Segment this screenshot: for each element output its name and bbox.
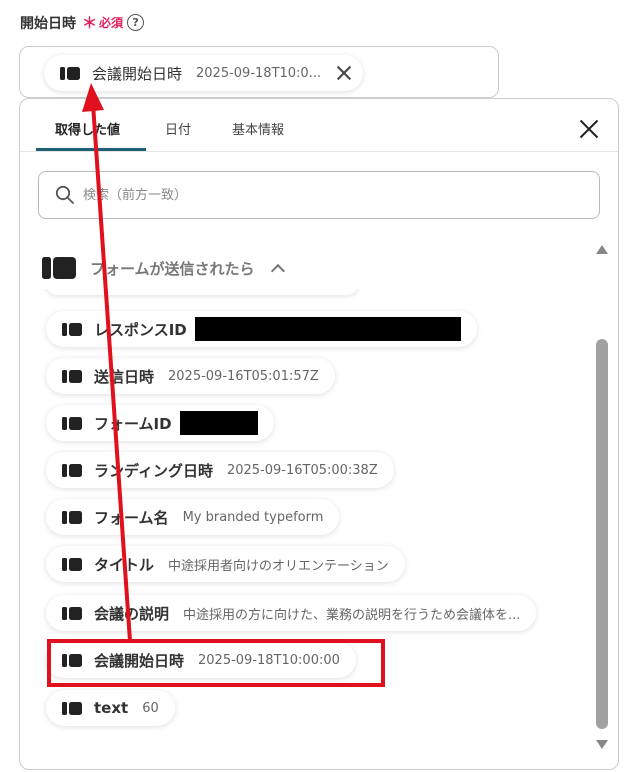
output-icon <box>62 653 82 667</box>
list-item[interactable]: ランディング日時 2025-09-16T05:00:38Z <box>46 452 394 488</box>
search-input[interactable] <box>83 187 563 203</box>
item-name: 会議の説明 <box>94 604 170 623</box>
list-item[interactable] <box>46 289 358 295</box>
required-text: 必須 <box>99 16 124 30</box>
redacted-value <box>179 411 258 435</box>
remove-value-icon[interactable] <box>335 64 353 82</box>
tab-date[interactable]: 日付 <box>165 119 191 138</box>
output-icon <box>62 369 82 383</box>
item-name: タイトル <box>94 555 155 574</box>
output-icon <box>62 416 82 430</box>
chevron-up-icon[interactable] <box>270 263 285 278</box>
output-icon <box>62 322 82 336</box>
active-tab-indicator <box>36 148 146 151</box>
tab-basic-info[interactable]: 基本情報 <box>232 119 284 138</box>
help-icon[interactable]: ? <box>127 14 145 31</box>
list-item[interactable]: タイトル 中途採用者向けのオリエンテーション <box>46 546 405 582</box>
list-item[interactable]: フォーム名 My branded typeform <box>46 499 340 535</box>
value-picker-dropdown: 取得した値 日付 基本情報 フォームが送信されたら レスポンスID 送信日時 2… <box>19 98 619 770</box>
scrollbar[interactable] <box>594 237 610 757</box>
item-name: フォーム名 <box>94 508 169 527</box>
item-name: 送信日時 <box>94 367 155 386</box>
selected-value-chip[interactable]: 会議開始日時 2025-09-18T10:0... <box>44 55 364 91</box>
tab-acquired-values[interactable]: 取得した値 <box>55 119 120 138</box>
redacted-value <box>194 317 461 341</box>
output-icon <box>62 606 82 620</box>
list-item[interactable]: レスポンスID <box>46 311 477 347</box>
output-icon <box>62 463 82 477</box>
output-icon <box>62 557 82 571</box>
output-icon <box>62 510 82 524</box>
item-name: フォームID <box>94 414 172 433</box>
close-icon[interactable] <box>578 118 600 140</box>
output-icon <box>60 66 80 80</box>
item-name: レスポンスID <box>94 320 187 339</box>
item-value: My branded typeform <box>182 509 324 525</box>
list-item[interactable]: text 60 <box>46 690 175 726</box>
item-value: 2025-09-16T05:00:38Z <box>226 462 378 478</box>
item-value: 2025-09-18T10:00:00 <box>198 652 340 668</box>
section-header[interactable]: フォームが送信されたら <box>42 257 285 279</box>
section-title: フォームが送信されたら <box>90 259 255 278</box>
value-field[interactable]: 会議開始日時 2025-09-18T10:0... <box>19 46 499 98</box>
field-label: 開始日時 ＊ 必須 ? <box>20 12 145 33</box>
output-icon <box>62 701 82 715</box>
item-name: text <box>94 699 129 717</box>
list-item[interactable]: フォームID <box>46 405 274 441</box>
item-value: 中途採用者向けのオリエンテーション <box>168 558 389 574</box>
scroll-up-arrow-icon[interactable] <box>596 245 608 254</box>
tab-bar: 取得した値 日付 基本情報 <box>20 99 618 152</box>
required-mark: ＊ <box>82 14 98 32</box>
selected-value-name: 会議開始日時 <box>92 64 183 83</box>
form-trigger-icon <box>42 257 76 279</box>
list-item[interactable]: 会議開始日時 2025-09-18T10:00:00 <box>46 642 356 678</box>
list-item[interactable]: 送信日時 2025-09-16T05:01:57Z <box>46 358 335 394</box>
search-icon <box>55 185 74 204</box>
list-item[interactable]: 会議の説明 中途採用の方に向けた、業務の説明を行うため会議体を... <box>46 595 537 631</box>
item-name: 会議開始日時 <box>94 651 185 670</box>
selected-value-text: 2025-09-18T10:0... <box>196 65 322 81</box>
scroll-down-arrow-icon[interactable] <box>596 740 608 749</box>
item-value: 2025-09-16T05:01:57Z <box>168 368 319 384</box>
item-value: 60 <box>142 700 159 716</box>
scrollbar-thumb[interactable] <box>596 339 608 729</box>
item-name: ランディング日時 <box>94 461 213 480</box>
field-label-text: 開始日時 <box>20 15 76 32</box>
value-list: レスポンスID 送信日時 2025-09-16T05:01:57Z フォームID… <box>20 289 590 769</box>
item-value: 中途採用の方に向けた、業務の説明を行うため会議体を... <box>183 607 521 623</box>
search-box[interactable] <box>38 171 600 219</box>
